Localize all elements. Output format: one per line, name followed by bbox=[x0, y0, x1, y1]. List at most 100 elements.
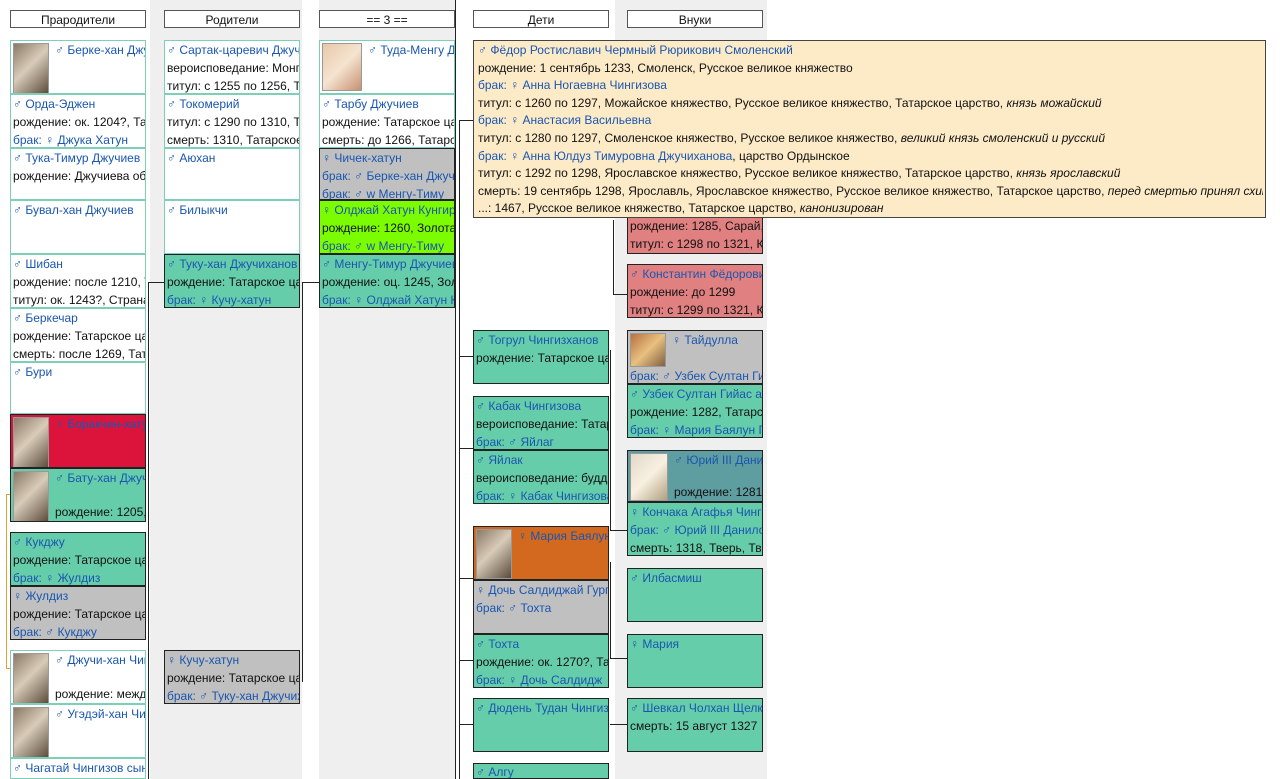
tooltip-marriage[interactable]: брак: ♀ Анна Ногаевна Чингизова bbox=[476, 77, 1263, 95]
person-name-link[interactable]: ♂ Джучи-хан Чин bbox=[53, 651, 145, 669]
person-card-kabak[interactable]: ♂ Кабак Чингизова вероисповедание: Татар… bbox=[473, 396, 609, 450]
person-card-kukdzhu[interactable]: ♂ Кукджу рождение: Татарское ца брак: ♀ … bbox=[10, 532, 146, 586]
person-name-link[interactable]: ♀ Кончака Агафья Чинг bbox=[628, 503, 762, 521]
person-card-tarbu[interactable]: ♂ Тарбу Джучиев рождение: Татарское ца с… bbox=[319, 94, 455, 148]
spouse-link[interactable]: брак: ♀ Кабак Чингизова bbox=[474, 487, 608, 503]
person-name-link[interactable]: ♂ Чагатай Чингизов сын bbox=[11, 759, 145, 777]
person-name-link[interactable]: ♀ Мария bbox=[628, 635, 762, 653]
person-name-link[interactable]: ♂ Бату-хан Джуч bbox=[53, 469, 145, 487]
person-name-link[interactable]: ♂ Аюхан bbox=[165, 149, 299, 167]
person-card-konstantin[interactable]: ♂ Константин Фёдорови рождение: до 1299 … bbox=[627, 264, 763, 318]
spouse-link[interactable]: брак: ♀ Дочь Салдидж bbox=[474, 671, 608, 687]
person-card-shevkal[interactable]: ♂ Шевкал Чолхан Щелк смерть: 15 август 1… bbox=[627, 698, 763, 752]
person-name-link[interactable]: ♂ Беркечар bbox=[11, 309, 145, 327]
person-card-batu[interactable]: ♂ Бату-хан Джуч рождение: 1205, Джучи bbox=[10, 468, 146, 522]
person-name-link[interactable]: ♂ Алгу bbox=[474, 764, 608, 778]
person-card-yuri-iii[interactable]: ♂ Юрий III Даниз рождение: 1281 bbox=[627, 450, 763, 502]
tooltip-person-name[interactable]: ♂ Фёдор Ростиславич Чермный Рюрикович См… bbox=[476, 42, 1263, 60]
person-card-tokhta[interactable]: ♂ Тохта рождение: ок. 1270?, Та брак: ♀ … bbox=[473, 634, 609, 688]
person-name-link[interactable]: ♂ Сартак-царевич Джуч bbox=[165, 41, 299, 59]
person-card-tuka-timur[interactable]: ♂ Тука-Тимур Джучиев рождение: Джучиева … bbox=[10, 148, 146, 200]
person-card-bilykchi[interactable]: ♂ Билыкчи bbox=[164, 200, 300, 254]
person-card-sartak[interactable]: ♂ Сартак-царевич Джуч вероисповедание: М… bbox=[164, 40, 300, 94]
person-card-togrul[interactable]: ♂ Тогрул Чингизханов рождение: Татарское… bbox=[473, 330, 609, 384]
person-card-dyuden[interactable]: ♂ Дюдень Тудан Чингиз bbox=[473, 698, 609, 752]
spouse-link[interactable]: брак: ♀ Мария Баялун Г bbox=[628, 421, 762, 437]
person-card-algu[interactable]: ♂ Алгу bbox=[473, 763, 609, 779]
person-card-oljai-khatun[interactable]: ♀ Олджай Хатун Кунгир рождение: 1260, Зо… bbox=[319, 200, 455, 254]
person-card-maria[interactable]: ♀ Мария bbox=[627, 634, 763, 688]
person-card-berkechar[interactable]: ♂ Беркечар рождение: Татарское ца смерть… bbox=[10, 308, 146, 362]
person-card-kuchu-khatun[interactable]: ♀ Кучу-хатун рождение: Татарское ца брак… bbox=[164, 650, 300, 704]
person-name-link[interactable]: ♂ Бувал-хан Джучиев bbox=[11, 201, 145, 219]
spouse-link[interactable]: брак: ♂ Тохта bbox=[474, 599, 608, 617]
person-name-link[interactable]: ♂ Узбек Султан Гийас ад bbox=[628, 385, 762, 403]
tooltip-marriage[interactable]: брак: ♀ Анастасия Васильевна bbox=[476, 112, 1263, 130]
person-card-orda[interactable]: ♂ Орда-Эджен рождение: ок. 1204?, Та бра… bbox=[10, 94, 146, 148]
person-name-link[interactable]: ♂ Орда-Эджен bbox=[11, 95, 145, 113]
person-card-tuda-mengu[interactable]: ♂ Туда-Менгу Дж bbox=[319, 40, 455, 94]
person-name-link[interactable]: ♂ Токомерий bbox=[165, 95, 299, 113]
spouse-link[interactable]: брак: ♂ Туку-хан Джучих bbox=[165, 687, 299, 703]
person-name-link[interactable]: ♀ Мария Баялун bbox=[516, 527, 608, 545]
person-card-uzbek-sultan[interactable]: ♂ Узбек Султан Гийас ад рождение: 1282, … bbox=[627, 384, 763, 438]
person-name-link[interactable]: ♂ Менгу-Тимур Джучиев bbox=[320, 255, 454, 273]
person-card-jochi[interactable]: ♂ Джучи-хан Чин рождение: между 1181 и bbox=[10, 650, 146, 704]
person-card-ogedei[interactable]: ♂ Угэдэй-хан Чи bbox=[10, 704, 146, 758]
person-name-link[interactable]: ♂ Дюдень Тудан Чингиз bbox=[474, 699, 608, 717]
person-card-boraqchin[interactable]: ♀ Боракчин-хату bbox=[10, 414, 146, 468]
person-name-link[interactable]: ♂ Шевкал Чолхан Щелк bbox=[628, 699, 762, 717]
person-card-ayukhan[interactable]: ♂ Аюхан bbox=[164, 148, 300, 200]
person-name-link[interactable]: ♀ Дочь Салдиджай Гург bbox=[474, 581, 608, 599]
spouse-link[interactable]: брак: ♂ Юрий III Данило bbox=[628, 521, 762, 539]
person-name-link[interactable]: ♀ Жулдиз bbox=[11, 587, 145, 605]
person-card-maria-bayalun[interactable]: ♀ Мария Баялун bbox=[473, 526, 609, 580]
person-card-taydulla[interactable]: ♀ Тайдулла брак: ♂ Узбек Султан Ги bbox=[627, 330, 763, 384]
person-card-tokomeriy[interactable]: ♂ Токомерий титул: с 1290 по 1310, Т сме… bbox=[164, 94, 300, 148]
person-card-yaylak[interactable]: ♂ Яйлак вероисповедание: будд брак: ♀ Ка… bbox=[473, 450, 609, 504]
person-card-ilbasmish[interactable]: ♂ Илбасмиш bbox=[627, 568, 763, 622]
person-name-link[interactable]: ♂ Илбасмиш bbox=[628, 569, 762, 587]
tooltip-marriage[interactable]: брак: ♀ Анна Юлдуз Тимуровна Джучиханова bbox=[478, 149, 732, 163]
spouse-link[interactable]: брак: ♀ Кучу-хатун bbox=[165, 291, 299, 307]
person-card-salidzhay-daughter[interactable]: ♀ Дочь Салдиджай Гург брак: ♂ Тохта bbox=[473, 580, 609, 634]
person-name-link[interactable]: ♀ Кучу-хатун bbox=[165, 651, 299, 669]
person-name-link[interactable]: ♂ Берке-хан Джу bbox=[53, 41, 145, 59]
person-name-link[interactable]: ♂ Константин Фёдорови bbox=[628, 265, 762, 283]
person-card-shiban[interactable]: ♂ Шибан рождение: после 1210, Т титул: о… bbox=[10, 254, 146, 308]
person-name-link[interactable]: ♀ Тайдулла bbox=[670, 331, 762, 349]
person-name-link[interactable]: ♂ Туда-Менгу Дж bbox=[366, 41, 454, 59]
person-name-link[interactable]: ♂ Тогрул Чингизханов bbox=[474, 331, 608, 349]
person-name-link[interactable]: ♂ Кабак Чингизова bbox=[474, 397, 608, 415]
person-card-zhuldiz[interactable]: ♀ Жулдиз рождение: Татарское ца брак: ♂ … bbox=[10, 586, 146, 640]
person-name-link[interactable]: ♂ Тохта bbox=[474, 635, 608, 653]
spouse-link[interactable]: брак: ♂ Узбек Султан Ги bbox=[628, 367, 762, 383]
person-name-link[interactable]: ♀ Боракчин-хату bbox=[53, 415, 145, 433]
person-name-link[interactable]: ♂ Туку-хан Джучиханов bbox=[165, 255, 299, 273]
person-name-link[interactable]: ♂ Яйлак bbox=[474, 451, 608, 469]
person-name-link[interactable]: ♂ Юрий III Даниз bbox=[672, 451, 762, 469]
person-card-tuku-khan[interactable]: ♂ Туку-хан Джучиханов рождение: Татарско… bbox=[164, 254, 300, 308]
person-card-chichek-khatun[interactable]: ♀ Чичек-хатун брак: ♂ Берке-хан Джуч бра… bbox=[319, 148, 455, 200]
person-card-buval[interactable]: ♂ Бувал-хан Джучиев bbox=[10, 200, 146, 254]
person-name-link[interactable]: ♂ Кукджу bbox=[11, 533, 145, 551]
person-name-link[interactable]: ♂ Тарбу Джучиев bbox=[320, 95, 454, 113]
spouse-link[interactable]: брак: ♀ Олджай Хатун К bbox=[320, 291, 454, 307]
person-name-link[interactable]: ♂ Тука-Тимур Джучиев bbox=[11, 149, 145, 167]
person-name-link[interactable]: ♀ Чичек-хатун bbox=[320, 149, 454, 167]
spouse-link[interactable]: брак: ♂ Яйлаг bbox=[474, 433, 608, 449]
spouse-link[interactable]: брак: ♂ Кукджу bbox=[11, 623, 145, 639]
spouse-link[interactable]: брак: ♂ w Менгу-Тиму bbox=[320, 237, 454, 253]
person-name-link[interactable]: ♂ Бури bbox=[11, 363, 145, 381]
person-card-chagatai[interactable]: ♂ Чагатай Чингизов сын bbox=[10, 758, 146, 779]
person-card-mengu-timur[interactable]: ♂ Менгу-Тимур Джучиев рождение: оц. 1245… bbox=[319, 254, 455, 308]
person-card-buri[interactable]: ♂ Бури bbox=[10, 362, 146, 414]
person-card-berke[interactable]: ♂ Берке-хан Джу bbox=[10, 40, 146, 94]
person-name-link[interactable]: ♂ Угэдэй-хан Чи bbox=[53, 705, 145, 723]
person-card-konchaka[interactable]: ♀ Кончака Агафья Чинг брак: ♂ Юрий III Д… bbox=[627, 502, 763, 556]
spouse-link[interactable]: брак: ♂ Берке-хан Джуч bbox=[320, 167, 454, 185]
person-name-link[interactable]: ♂ Билыкчи bbox=[165, 201, 299, 219]
person-name-link[interactable]: ♀ Олджай Хатун Кунгир bbox=[320, 201, 454, 219]
spouse-link[interactable]: брак: ♀ Жулдиз bbox=[11, 569, 145, 585]
person-name-link[interactable]: ♂ Шибан bbox=[11, 255, 145, 273]
